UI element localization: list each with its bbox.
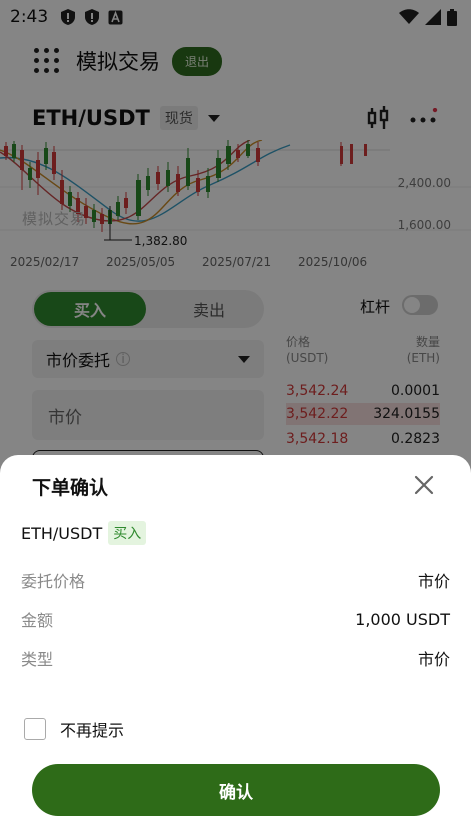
dont-remind-option[interactable]: 不再提示	[24, 717, 124, 741]
confirm-button[interactable]: 确认	[32, 764, 440, 816]
detail-row-price: 委托价格 市价	[21, 568, 450, 592]
close-icon	[414, 475, 434, 495]
detail-label: 类型	[21, 650, 54, 669]
detail-label: 金额	[21, 611, 54, 630]
side-badge: 买入	[108, 521, 147, 545]
detail-row-type: 类型 市价	[21, 646, 450, 670]
detail-value: 市价	[417, 650, 450, 669]
sheet-title: 下单确认	[32, 477, 109, 499]
order-confirm-sheet: 下单确认 ETH/USDT 买入 委托价格 市价 金额 1,000 USDT 类…	[0, 455, 471, 837]
dont-remind-label: 不再提示	[60, 721, 125, 740]
close-button[interactable]	[410, 471, 438, 499]
detail-value: 1,000 USDT	[355, 609, 450, 629]
detail-label: 委托价格	[21, 572, 86, 591]
detail-row-amount: 金额 1,000 USDT	[21, 607, 450, 631]
dont-remind-checkbox[interactable]	[24, 718, 46, 740]
pair-name: ETH/USDT	[21, 523, 103, 543]
order-pair: ETH/USDT 买入	[21, 521, 147, 545]
detail-value: 市价	[417, 572, 450, 591]
